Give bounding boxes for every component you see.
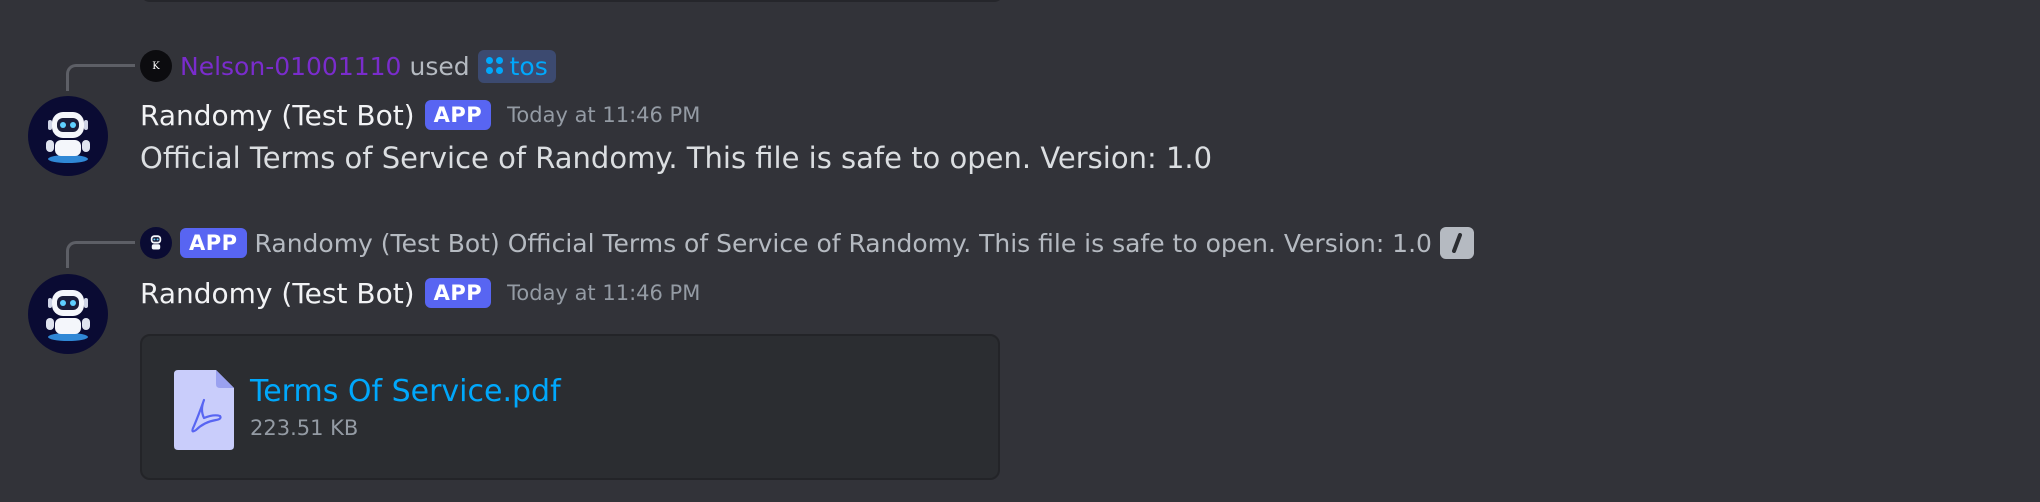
message-timestamp[interactable]: Today at 11:46 PM: [507, 103, 700, 127]
author-name[interactable]: Randomy (Test Bot): [140, 277, 415, 310]
slash-command-icon: [1439, 227, 1474, 259]
bot-avatar[interactable]: [28, 274, 108, 354]
previous-message-edge: [140, 0, 1004, 2]
message-content: Official Terms of Service of Randomy. Th…: [140, 141, 1213, 175]
robot-icon: [46, 112, 90, 163]
robot-icon: [150, 235, 162, 250]
reply-app-badge: APP: [180, 228, 247, 258]
reply-reference[interactable]: APP Randomy (Test Bot) Official Terms of…: [140, 226, 1474, 260]
reply-avatar-letter: K: [152, 60, 160, 72]
app-badge: APP: [424, 100, 492, 130]
command-name: tos: [509, 51, 548, 81]
reply-connector: [66, 64, 135, 91]
reply-avatar[interactable]: [140, 227, 172, 259]
message-header: Randomy (Test Bot) APP Today at 11:46 PM: [140, 95, 700, 135]
reply-connector: [66, 241, 135, 268]
robot-icon: [46, 290, 90, 341]
reply-avatar[interactable]: K: [140, 50, 172, 82]
reply-username[interactable]: Nelson-01001110: [180, 52, 401, 81]
message-timestamp[interactable]: Today at 11:46 PM: [507, 281, 700, 305]
pdf-file-icon: [174, 370, 234, 450]
file-attachment: Terms Of Service.pdf 223.51 KB: [140, 334, 1000, 480]
command-icon: [485, 57, 504, 75]
reply-username[interactable]: Randomy (Test Bot): [255, 229, 500, 258]
message-header: Randomy (Test Bot) APP Today at 11:46 PM: [140, 273, 700, 313]
reply-content[interactable]: Official Terms of Service of Randomy. Th…: [508, 229, 1432, 258]
file-size: 223.51 KB: [250, 416, 359, 440]
author-name[interactable]: Randomy (Test Bot): [140, 99, 415, 132]
reply-action: used: [409, 51, 470, 81]
file-name-link[interactable]: Terms Of Service.pdf: [250, 374, 561, 409]
app-badge: APP: [424, 278, 492, 308]
command-chip[interactable]: tos: [477, 49, 556, 83]
reply-reference[interactable]: K Nelson-01001110 used tos: [140, 49, 556, 83]
bot-avatar[interactable]: [28, 96, 108, 176]
